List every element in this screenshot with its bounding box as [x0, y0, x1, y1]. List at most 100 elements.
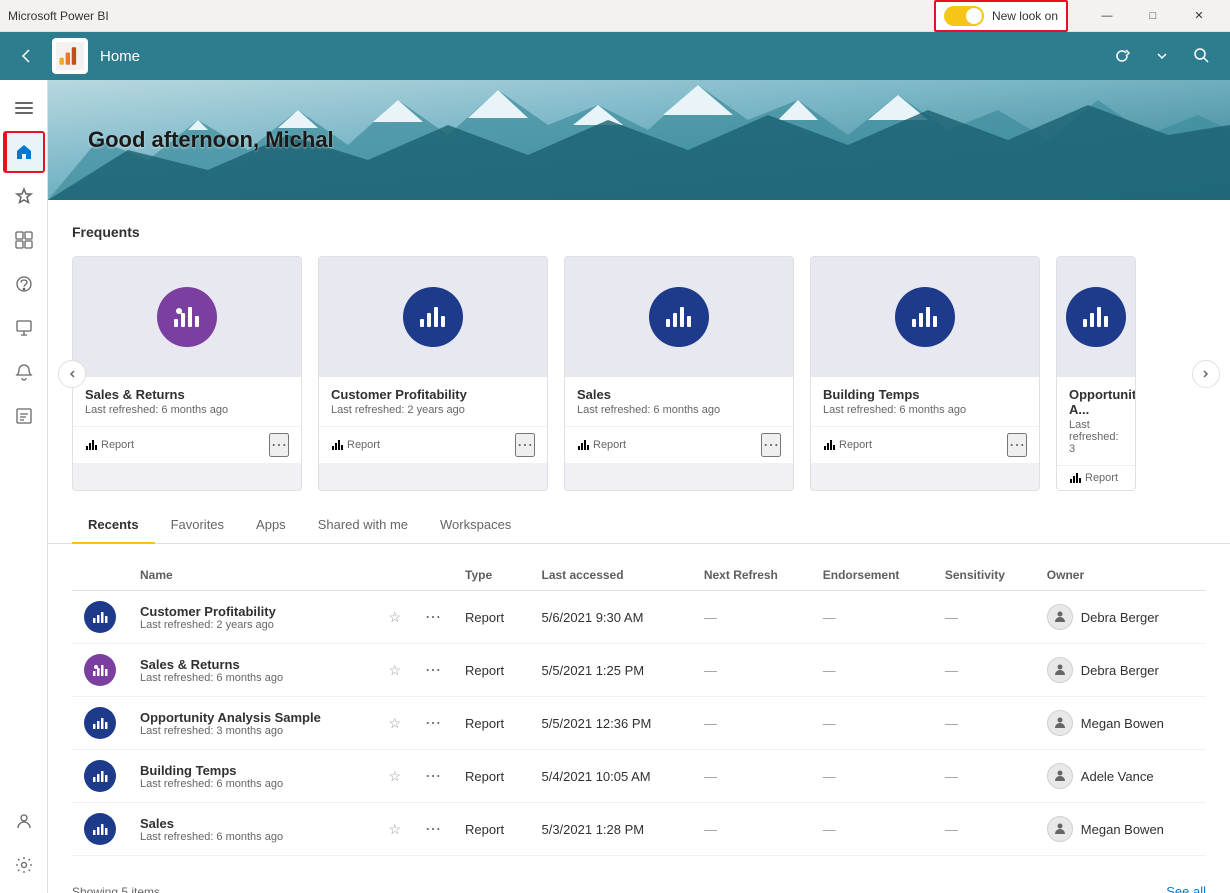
row-icon-cell — [72, 697, 128, 750]
card-name: Sales & Returns — [85, 387, 289, 402]
title-bar-controls: — □ ✕ — [1084, 0, 1222, 32]
more-options-button[interactable]: ⋯ — [425, 660, 441, 680]
sidebar-item-notifications[interactable] — [4, 352, 44, 392]
card-footer: Report ⋯ — [73, 426, 301, 463]
sidebar-item-reports[interactable] — [4, 396, 44, 436]
more-options-button[interactable]: ⋯ — [425, 713, 441, 733]
tab-favorites[interactable]: Favorites — [155, 507, 240, 544]
row-icon-cell — [72, 750, 128, 803]
card-body: Customer Profitability Last refreshed: 2… — [319, 377, 547, 426]
search-button[interactable] — [1186, 40, 1218, 72]
item-name[interactable]: Sales — [140, 816, 364, 831]
frequent-card[interactable]: Sales & Returns Last refreshed: 6 months… — [72, 256, 302, 491]
card-more-button[interactable]: ⋯ — [269, 433, 289, 457]
card-name: Sales — [577, 387, 781, 402]
maximize-button[interactable]: □ — [1130, 0, 1176, 32]
col-sensitivity: Sensitivity — [933, 560, 1035, 591]
favorite-button[interactable]: ☆ — [388, 715, 401, 732]
sidebar-item-menu[interactable] — [4, 88, 44, 128]
card-type: Report — [577, 439, 626, 451]
row-name-cell: Sales Last refreshed: 6 months ago — [128, 803, 376, 856]
col-next-refresh: Next Refresh — [692, 560, 811, 591]
owner-cell: Debra Berger — [1035, 591, 1206, 644]
sidebar-item-apps[interactable] — [4, 220, 44, 260]
cards-prev-button[interactable] — [58, 360, 86, 388]
last-accessed-cell: 5/3/2021 1:28 PM — [529, 803, 691, 856]
tab-recents[interactable]: Recents — [72, 507, 155, 544]
col-icon — [72, 560, 128, 591]
owner-name: Adele Vance — [1081, 769, 1154, 784]
card-footer: Report ⋯ — [811, 426, 1039, 463]
showing-items: Showing 5 items — [72, 885, 160, 893]
last-accessed-cell: 5/6/2021 9:30 AM — [529, 591, 691, 644]
tab-workspaces[interactable]: Workspaces — [424, 507, 527, 544]
content-area: Good afternoon, Michal Frequents — [48, 80, 1230, 893]
owner-avatar — [1047, 604, 1073, 630]
frequents-title: Frequents — [72, 224, 1206, 240]
card-name: Customer Profitability — [331, 387, 535, 402]
favorite-button[interactable]: ☆ — [388, 609, 401, 626]
sidebar-item-favorites[interactable] — [4, 176, 44, 216]
owner-cell: Megan Bowen — [1035, 803, 1206, 856]
hero-banner: Good afternoon, Michal — [48, 80, 1230, 200]
new-look-label: New look on — [992, 9, 1058, 23]
owner-avatar — [1047, 710, 1073, 736]
card-more-button[interactable]: ⋯ — [515, 433, 535, 457]
tab-shared[interactable]: Shared with me — [302, 507, 424, 544]
frequent-card[interactable]: Building Temps Last refreshed: 6 months … — [810, 256, 1040, 491]
card-icon — [157, 287, 217, 347]
item-name[interactable]: Building Temps — [140, 763, 364, 778]
frequents-section: Frequents Sales & Return — [48, 200, 1230, 507]
sidebar-item-learn[interactable] — [4, 264, 44, 304]
tabs-section: Recents Favorites Apps Shared with me Wo… — [48, 507, 1230, 544]
favorite-button[interactable]: ☆ — [388, 821, 401, 838]
sensitivity-cell: — — [933, 803, 1035, 856]
sidebar-item-settings[interactable] — [4, 845, 44, 885]
sensitivity-cell: — — [933, 697, 1035, 750]
close-button[interactable]: ✕ — [1176, 0, 1222, 32]
sensitivity-cell: — — [933, 591, 1035, 644]
last-accessed-cell: 5/5/2021 1:25 PM — [529, 644, 691, 697]
hero-greeting: Good afternoon, Michal — [88, 127, 334, 153]
card-thumbnail — [565, 257, 793, 377]
back-button[interactable] — [12, 42, 40, 70]
card-more-button[interactable]: ⋯ — [761, 433, 781, 457]
frequent-card[interactable]: Opportunity A... Last refreshed: 3 Repor… — [1056, 256, 1136, 491]
sidebar-item-workspaces[interactable] — [4, 308, 44, 348]
see-all-link[interactable]: See all — [1166, 884, 1206, 893]
cards-next-button[interactable] — [1192, 360, 1220, 388]
card-meta: Last refreshed: 3 — [1069, 419, 1123, 455]
header-title: Home — [100, 48, 140, 65]
more-options-button[interactable]: ⋯ — [425, 607, 441, 627]
table-row: Opportunity Analysis Sample Last refresh… — [72, 697, 1206, 750]
dropdown-button[interactable] — [1146, 40, 1178, 72]
frequent-card[interactable]: Sales Last refreshed: 6 months ago Repor… — [564, 256, 794, 491]
card-thumbnail — [811, 257, 1039, 377]
refresh-button[interactable] — [1106, 40, 1138, 72]
card-more-button[interactable]: ⋯ — [1007, 433, 1027, 457]
new-look-toggle[interactable] — [944, 6, 984, 26]
row-name-cell: Opportunity Analysis Sample Last refresh… — [128, 697, 376, 750]
card-name: Building Temps — [823, 387, 1027, 402]
item-name[interactable]: Opportunity Analysis Sample — [140, 710, 364, 725]
card-meta: Last refreshed: 2 years ago — [331, 404, 535, 416]
card-meta: Last refreshed: 6 months ago — [577, 404, 781, 416]
col-star — [376, 560, 413, 591]
favorite-button[interactable]: ☆ — [388, 768, 401, 785]
card-body: Opportunity A... Last refreshed: 3 — [1057, 377, 1135, 465]
card-name: Opportunity A... — [1069, 387, 1123, 417]
endorsement-cell: — — [811, 803, 933, 856]
favorite-button[interactable]: ☆ — [388, 662, 401, 679]
item-name[interactable]: Sales & Returns — [140, 657, 364, 672]
row-icon-cell — [72, 803, 128, 856]
header-icons — [1106, 40, 1218, 72]
tab-apps[interactable]: Apps — [240, 507, 302, 544]
more-options-button[interactable]: ⋯ — [425, 819, 441, 839]
sidebar-item-home[interactable] — [4, 132, 44, 172]
frequent-card[interactable]: Customer Profitability Last refreshed: 2… — [318, 256, 548, 491]
more-options-button[interactable]: ⋯ — [425, 766, 441, 786]
item-name[interactable]: Customer Profitability — [140, 604, 364, 619]
app-logo — [52, 38, 88, 74]
sidebar-item-account[interactable] — [4, 801, 44, 841]
minimize-button[interactable]: — — [1084, 0, 1130, 32]
